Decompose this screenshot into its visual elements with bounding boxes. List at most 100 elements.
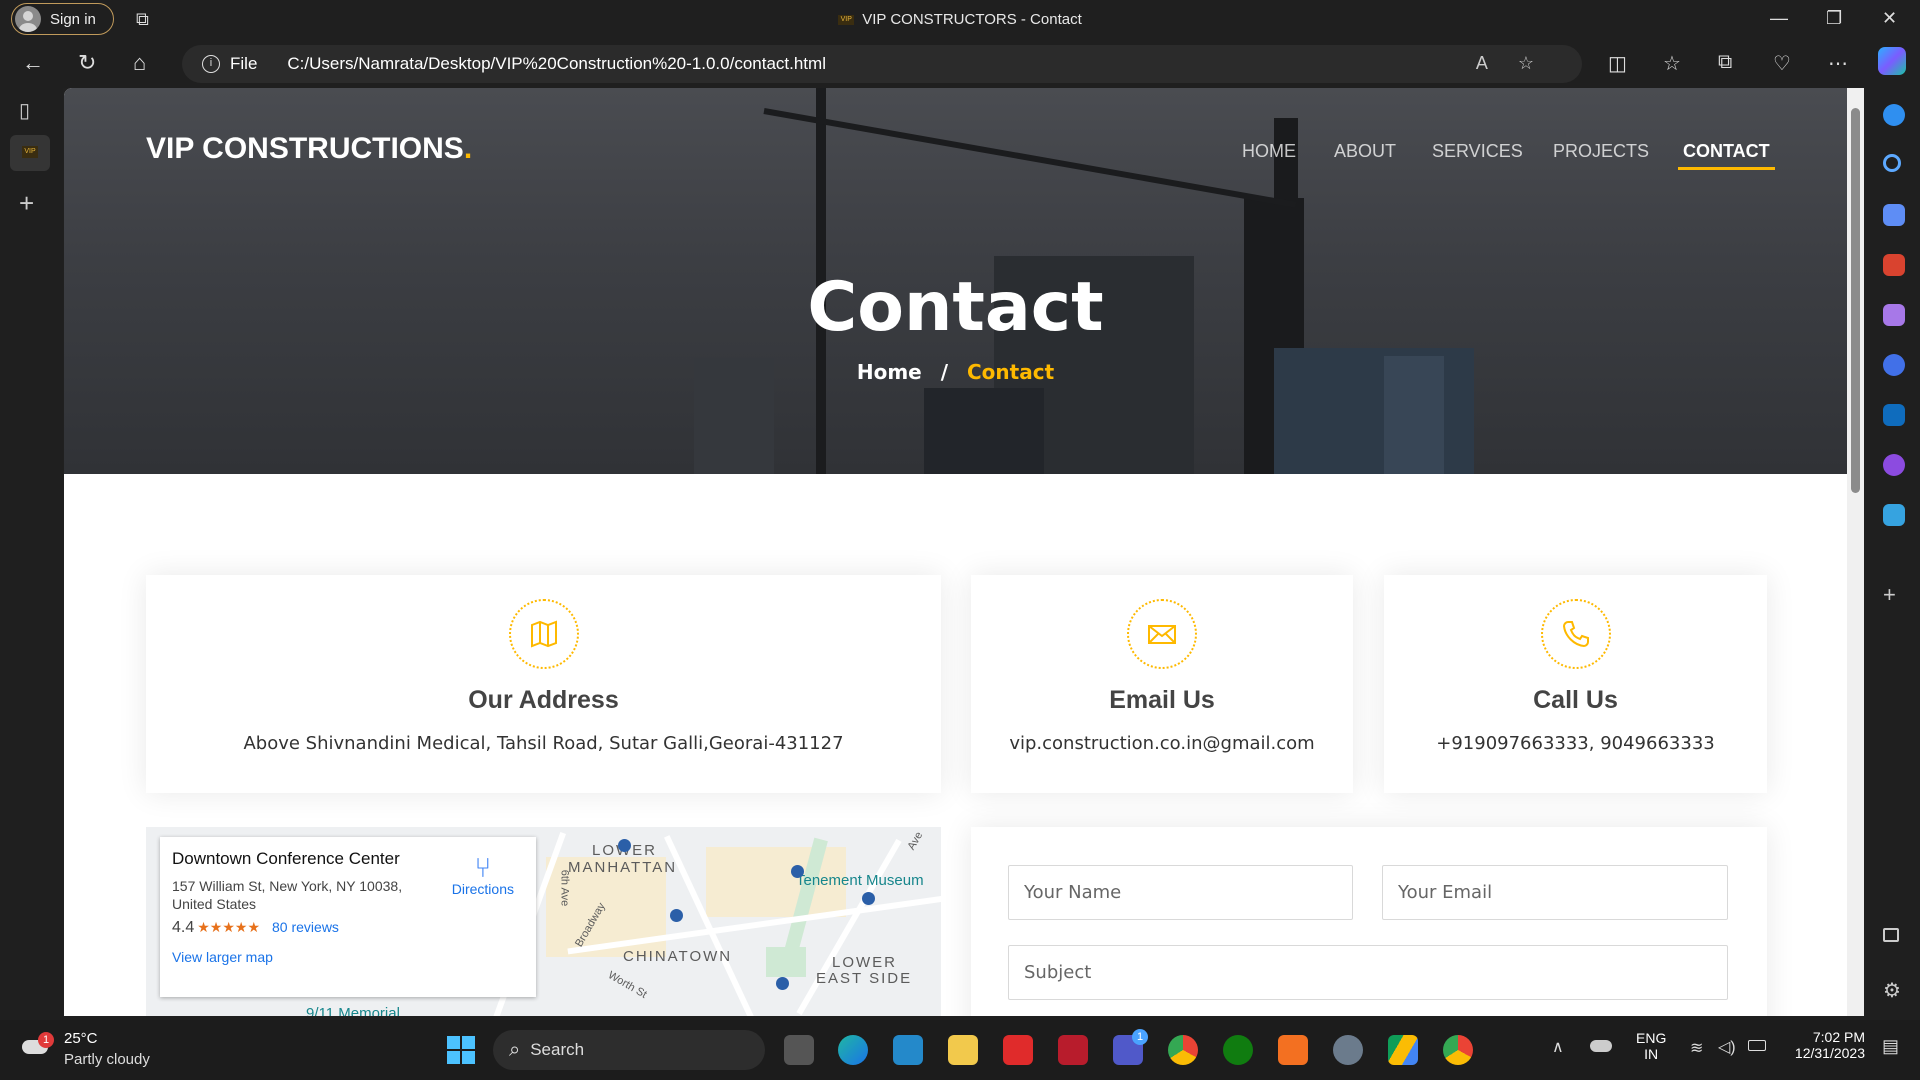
volume-icon[interactable]: ◁) <box>1718 1037 1736 1057</box>
read-aloud-icon[interactable]: A <box>1476 53 1518 73</box>
notification-center-icon[interactable]: ▤ <box>1882 1036 1899 1057</box>
tab-vip-contact[interactable]: VIP <box>10 135 50 171</box>
send-icon[interactable] <box>1883 504 1905 526</box>
email-field[interactable] <box>1382 865 1728 920</box>
minimize-icon[interactable]: — <box>1770 8 1788 29</box>
scrollbar-thumb[interactable] <box>1851 108 1860 493</box>
address-card-text: Above Shivnandini Medical, Tahsil Road, … <box>243 733 844 754</box>
address-bar[interactable]: i File C:/Users/Namrata/Desktop/VIP%20Co… <box>182 45 1582 83</box>
url-text[interactable]: C:/Users/Namrata/Desktop/VIP%20Construct… <box>287 54 826 74</box>
home-icon[interactable]: ⌂ <box>133 50 146 76</box>
address-toolbar: ← ↻ ⌂ i File C:/Users/Namrata/Desktop/VI… <box>0 40 1920 88</box>
file-explorer-icon[interactable] <box>948 1035 978 1065</box>
address-card: Our Address Above Shivnandini Medical, T… <box>146 575 941 793</box>
edge-browser-icon[interactable] <box>838 1035 868 1065</box>
restore-icon[interactable]: ❐ <box>1826 8 1842 29</box>
favorites-icon[interactable]: ☆ <box>1663 51 1681 76</box>
vscode-icon[interactable] <box>893 1035 923 1065</box>
settings-gear-icon[interactable]: ⚙ <box>1883 978 1905 1002</box>
envelope-icon <box>1127 599 1197 669</box>
chrome-icon[interactable] <box>1168 1035 1198 1065</box>
weather-badge: 1 <box>38 1032 54 1048</box>
search-icon[interactable] <box>1883 154 1901 172</box>
map-label-manhattan: MANHATTAN <box>568 859 678 876</box>
more-menu-icon[interactable]: ⋯ <box>1828 51 1848 76</box>
taskbar-search-label: Search <box>530 1040 585 1059</box>
xbox-icon[interactable] <box>1223 1035 1253 1065</box>
onedrive-icon[interactable] <box>1590 1040 1612 1052</box>
site-info-icon[interactable]: i <box>202 55 220 73</box>
outlook-icon[interactable] <box>1883 404 1905 426</box>
nav-about[interactable]: ABOUT <box>1334 141 1396 162</box>
close-icon[interactable]: ✕ <box>1882 8 1897 29</box>
language-bottom: IN <box>1644 1046 1659 1062</box>
task-view-icon[interactable] <box>784 1035 814 1065</box>
map-place-address: 157 William St, New York, NY 10038, Unit… <box>172 878 403 912</box>
language-indicator[interactable]: ENG IN <box>1636 1030 1666 1062</box>
email-card-title: Email Us <box>1109 686 1215 714</box>
app-icon[interactable] <box>1058 1035 1088 1065</box>
page-scrollbar[interactable] <box>1847 88 1864 1016</box>
browser-titlebar: Sign in ⧉ VIP VIP CONSTRUCTORS - Contact … <box>0 0 1920 40</box>
wifi-icon[interactable]: ≋ <box>1690 1038 1703 1058</box>
phone-icon <box>1540 599 1611 669</box>
email-card-text[interactable]: vip.construction.co.in@gmail.com <box>971 733 1353 754</box>
favorite-star-icon[interactable]: ☆ <box>1518 53 1564 73</box>
settings-icon[interactable] <box>1333 1035 1363 1065</box>
nav-contact[interactable]: CONTACT <box>1678 141 1775 170</box>
split-screen-icon[interactable]: ◫ <box>1608 51 1627 76</box>
tab-actions-icon[interactable]: ▯ <box>19 98 30 123</box>
site-logo-text: VIP CONSTRUCTIONS <box>146 132 464 165</box>
breadcrumb-home[interactable]: Home <box>857 360 922 384</box>
view-larger-map-link[interactable]: View larger map <box>172 949 524 965</box>
map-rating-value: 4.4 <box>172 919 195 936</box>
sublime-text-icon[interactable] <box>1278 1035 1308 1065</box>
chrome-profile-icon[interactable] <box>1443 1035 1473 1065</box>
google-map-embed[interactable]: LOWER MANHATTAN CHINATOWN LOWER EAST SID… <box>146 827 941 1016</box>
copilot-icon[interactable] <box>1878 47 1906 75</box>
designer-icon[interactable] <box>1883 454 1905 476</box>
phone-card-text[interactable]: +919097663333, 9049663333 <box>1384 733 1767 754</box>
weather-widget[interactable]: 1 <box>22 1032 56 1062</box>
clock-time: 7:02 PM <box>1812 1029 1865 1045</box>
youtube-icon[interactable] <box>1003 1035 1033 1065</box>
directions-button[interactable]: ⑂ Directions <box>452 854 514 898</box>
google-drive-icon[interactable] <box>1388 1035 1418 1065</box>
map-reviews-link[interactable]: 80 reviews <box>272 919 339 935</box>
weather-text[interactable]: Partly cloudy <box>64 1051 150 1068</box>
shopping-icon[interactable] <box>1883 204 1905 226</box>
back-icon[interactable]: ← <box>22 50 44 76</box>
games-icon[interactable] <box>1883 304 1905 326</box>
nav-projects[interactable]: PROJECTS <box>1553 141 1649 162</box>
taskbar-search[interactable]: ⌕ Search <box>493 1030 765 1070</box>
new-tab-icon[interactable]: + <box>19 188 34 219</box>
teams-icon[interactable]: 1 <box>1113 1029 1148 1065</box>
site-logo[interactable]: VIP CONSTRUCTIONS. <box>146 132 472 166</box>
notifications-icon[interactable] <box>1883 104 1905 126</box>
show-hidden-icons-icon[interactable]: ∧ <box>1552 1037 1564 1057</box>
map-rating: 4.4 ★★★★★ 80 reviews <box>172 919 524 937</box>
hero-banner: VIP CONSTRUCTIONS. HOME ABOUT SERVICES P… <box>64 88 1847 474</box>
map-label-tenement-museum: Tenement Museum <box>796 872 924 889</box>
map-park <box>766 947 806 977</box>
address-card-title: Our Address <box>468 686 619 714</box>
collections-icon[interactable]: ⧉ <box>1718 51 1732 74</box>
weather-temp[interactable]: 25°C <box>64 1030 98 1047</box>
office-building <box>924 388 1044 474</box>
nav-home[interactable]: HOME <box>1242 141 1296 162</box>
clock[interactable]: 7:02 PM 12/31/2023 <box>1785 1029 1865 1061</box>
tab-title: VIP VIP CONSTRUCTORS - Contact <box>0 11 1920 28</box>
hide-sidebar-icon[interactable] <box>1883 928 1899 942</box>
start-icon[interactable] <box>446 1035 476 1065</box>
subway-icon <box>862 892 875 905</box>
microsoft365-icon[interactable] <box>1883 354 1905 376</box>
subject-field[interactable] <box>1008 945 1728 1000</box>
battery-icon[interactable] <box>1748 1040 1766 1051</box>
add-sidebar-app-icon[interactable]: + <box>1883 582 1905 607</box>
nav-services[interactable]: SERVICES <box>1432 141 1523 162</box>
name-field[interactable] <box>1008 865 1353 920</box>
vertical-tabs-sidebar: ▯ VIP + <box>0 88 63 1020</box>
tools-icon[interactable] <box>1883 254 1905 276</box>
refresh-icon[interactable]: ↻ <box>78 50 96 76</box>
browser-essentials-icon[interactable]: ♡ <box>1773 51 1791 76</box>
